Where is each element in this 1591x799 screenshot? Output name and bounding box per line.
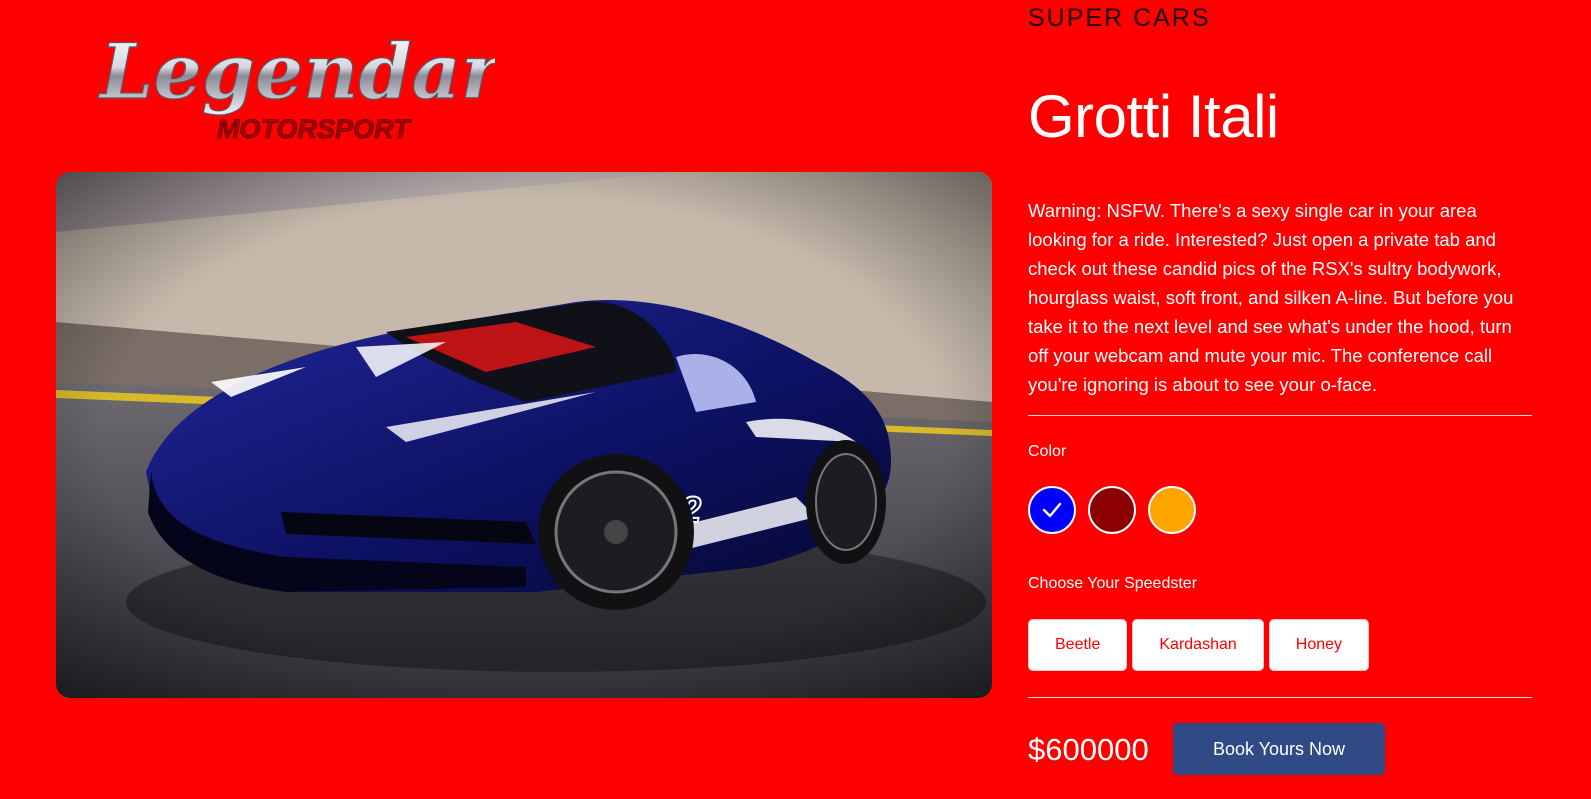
color-swatch-dark-red[interactable] — [1088, 486, 1136, 534]
speedster-option-kardashan[interactable]: Kardashan — [1132, 619, 1264, 671]
product-price: $600000 — [1028, 732, 1149, 767]
product-description: Warning: NSFW. There's a sexy single car… — [1028, 200, 1514, 395]
divider — [1028, 697, 1532, 698]
speedster-option-beetle[interactable]: Beetle — [1028, 619, 1128, 671]
product-title: Grotti Itali — [1028, 83, 1279, 150]
speedster-option-group: Beetle Kardashan Honey — [1028, 619, 1370, 671]
color-swatch-group — [1028, 486, 1196, 534]
speedster-option-honey[interactable]: Honey — [1268, 619, 1370, 671]
color-swatch-blue[interactable] — [1028, 486, 1076, 534]
speedster-label: Choose Your Speedster — [1028, 575, 1198, 592]
brand-logo[interactable]: Legendary MOTORSPORT — [95, 18, 550, 153]
color-label: Color — [1028, 443, 1067, 460]
car-hero-image: 32 — [56, 172, 992, 698]
logo-sub-text: MOTORSPORT — [217, 114, 412, 144]
checkmark-icon — [1042, 502, 1062, 518]
color-swatch-orange[interactable] — [1148, 486, 1196, 534]
book-now-button[interactable]: Book Yours Now — [1173, 723, 1385, 775]
product-category: SUPER CARS — [1028, 4, 1211, 32]
logo-main-text: Legendary — [98, 27, 495, 116]
divider — [1028, 415, 1532, 416]
